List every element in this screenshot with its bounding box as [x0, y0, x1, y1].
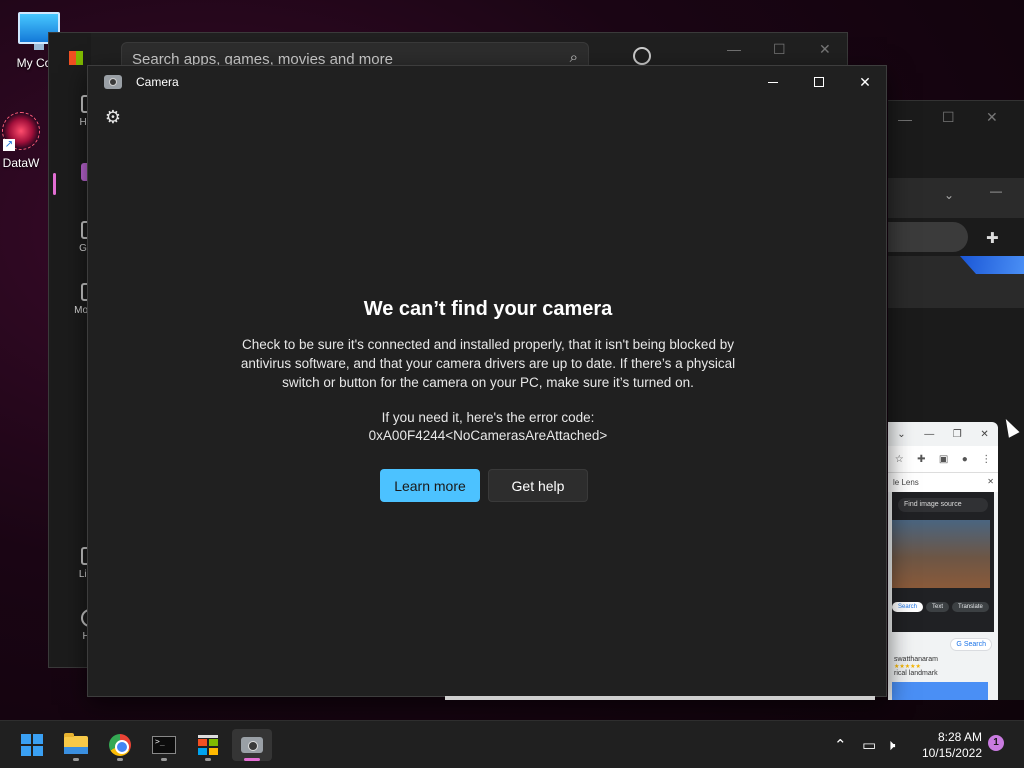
learn-more-button[interactable]: Learn more [380, 469, 480, 502]
get-help-button[interactable]: Get help [488, 469, 588, 502]
lens-close-icon[interactable]: ✕ [987, 477, 994, 486]
bg-maximize-button[interactable]: ☐ [942, 109, 955, 126]
windows-logo-icon [21, 734, 43, 756]
lens-pill-translate[interactable]: Translate [952, 602, 989, 612]
result-subtitle: rical landmark [894, 670, 938, 677]
more-icon[interactable]: ⋮ [981, 454, 991, 465]
browser-popup-window: ⌄ — ❐ ✕ ☆ ✚ ▣ ● ⋮ le Lens ✕ Find image s… [888, 422, 998, 700]
camera-app-icon [104, 75, 122, 89]
store-close-button[interactable]: ✕ [819, 41, 831, 58]
search-icon[interactable]: ⌕ [570, 49, 578, 66]
bg-close-button[interactable]: ✕ [986, 109, 998, 126]
popup-titlebar: ⌄ — ❐ ✕ [888, 422, 998, 446]
minimize-button[interactable] [750, 66, 796, 98]
shortcut-arrow-icon: ↗ [3, 139, 15, 151]
error-description: Check to be sure it's connected and inst… [240, 337, 736, 390]
taskbar: >_ ⌃ ▭ 🕨 8:28 AM 10/15/2022 [0, 720, 1024, 768]
clock[interactable]: 8:28 AM 10/15/2022 [912, 729, 982, 761]
google-search-button[interactable]: G Search [950, 638, 992, 651]
taskbar-camera[interactable] [232, 729, 272, 761]
store-logo-icon [69, 51, 83, 65]
result-title: swatthanaram [894, 656, 938, 663]
bg-minimize-button[interactable]: — [898, 111, 912, 127]
browser-tab-bar: ⌄ — [888, 178, 1024, 218]
tray-overflow-chevron-up-icon[interactable]: ⌃ [834, 721, 847, 768]
camera-window: Camera ✕ ⚙ We can’t find your camera Che… [87, 65, 887, 697]
lens-title: le Lens [893, 478, 919, 487]
lens-header: le Lens ✕ [888, 472, 998, 492]
browser-minimize-button[interactable]: — [990, 184, 1002, 198]
chevron-down-icon[interactable]: ⌄ [944, 188, 954, 202]
camera-titlebar[interactable]: Camera ✕ [88, 66, 886, 98]
minimize-icon [768, 81, 778, 83]
star-icon[interactable]: ☆ [895, 454, 904, 465]
popup-toolbar: ☆ ✚ ▣ ● ⋮ [888, 446, 998, 472]
lens-mode-pills: Search Text Translate [892, 602, 989, 612]
network-icon[interactable]: ▭ [862, 721, 876, 768]
google-search-label: Search [963, 641, 986, 648]
lens-pill-text[interactable]: Text [926, 602, 950, 612]
account-icon[interactable] [633, 47, 651, 65]
extensions-icon[interactable]: ✚ [917, 454, 925, 465]
sidepanel-icon[interactable]: ▣ [939, 454, 948, 465]
terminal-icon: >_ [152, 736, 176, 754]
find-image-source-button[interactable]: Find image source [898, 498, 988, 512]
window-title: Camera [136, 75, 179, 89]
folder-icon [64, 733, 88, 754]
volume-icon[interactable]: 🕨 [886, 721, 895, 768]
horizontal-scrollbar[interactable] [445, 696, 875, 700]
taskbar-store[interactable] [188, 729, 228, 761]
popup-minimize-button[interactable]: — [924, 429, 934, 440]
notification-badge[interactable]: 1 [988, 735, 1004, 751]
taskbar-chrome[interactable] [100, 729, 140, 761]
maximize-icon [814, 77, 824, 87]
lens-image [892, 520, 990, 588]
taskbar-file-explorer[interactable] [56, 729, 96, 761]
result-stars: ★★★★★ [894, 664, 921, 670]
popup-restore-button[interactable]: ❐ [953, 429, 962, 440]
clock-time: 8:28 AM [937, 730, 982, 744]
popup-close-button[interactable]: ✕ [980, 429, 988, 440]
lens-pill-search[interactable]: Search [892, 602, 924, 612]
store-minimize-button[interactable]: — [727, 41, 741, 57]
error-code-label: If you need it, here's the error code: [381, 410, 595, 425]
lens-result[interactable]: G Search swatthanaram ★★★★★ rical landma… [888, 632, 998, 683]
start-button[interactable] [12, 729, 52, 761]
find-source-label: Find image source [904, 501, 962, 508]
store-maximize-button[interactable]: ☐ [773, 41, 786, 58]
datawrap-icon: ↗ [2, 112, 40, 151]
error-title: We can’t find your camera [363, 298, 613, 320]
maximize-button[interactable] [796, 66, 842, 98]
chrome-icon [109, 734, 131, 756]
browser-address-bar[interactable] [888, 222, 968, 252]
clock-date: 10/15/2022 [921, 746, 982, 760]
taskbar-terminal[interactable]: >_ [144, 729, 184, 761]
camera-icon [241, 737, 263, 753]
gear-icon[interactable]: ⚙ [102, 106, 124, 128]
store-icon [198, 735, 218, 755]
close-icon: ✕ [859, 73, 871, 90]
desktop-icon-label: DataW [2, 156, 40, 170]
error-code: 0xA00F4244<NoCamerasAreAttached> [368, 428, 608, 443]
result-image [892, 682, 988, 700]
chevron-down-icon[interactable]: ⌄ [897, 429, 905, 440]
avatar[interactable]: ● [962, 454, 968, 465]
extensions-icon[interactable]: ✚ [986, 229, 999, 247]
lens-panel: Find image source Search Text Translate [892, 492, 994, 632]
close-button[interactable]: ✕ [842, 66, 888, 98]
